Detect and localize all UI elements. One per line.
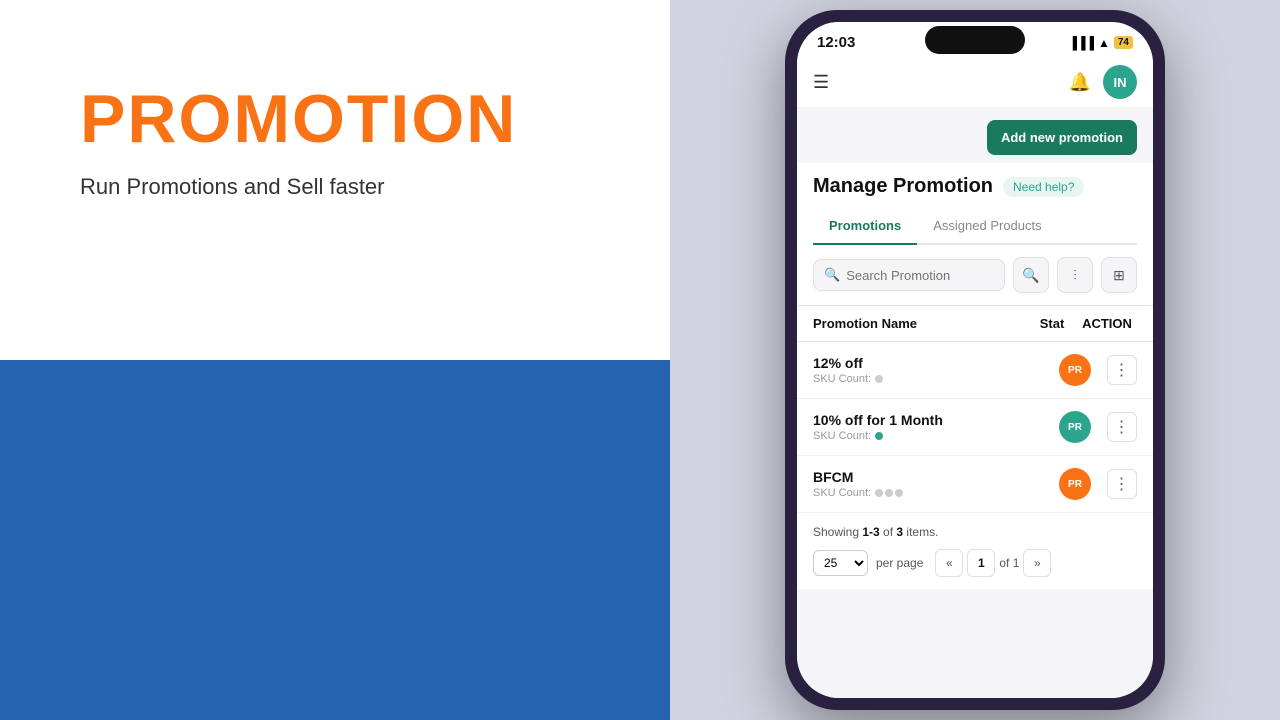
sku-dot — [875, 489, 883, 497]
signal-icon: ▐▐▐ — [1068, 36, 1094, 50]
page-of: of 1 — [999, 556, 1019, 570]
hamburger-icon[interactable]: ☰ — [813, 72, 829, 93]
col-header-status: Stat — [1027, 316, 1077, 331]
sku-label: SKU Count: — [813, 487, 1059, 499]
sku-dots — [875, 489, 903, 497]
per-page-select[interactable]: 25 50 100 — [813, 550, 868, 576]
tab-promotions[interactable]: Promotions — [813, 210, 917, 245]
row-info: 12% off SKU Count: — [813, 355, 1059, 385]
page-nav: « 1 of 1 » — [935, 549, 1051, 577]
add-promotion-button[interactable]: Add new promotion — [987, 120, 1137, 155]
phone-frame: 12:03 ▐▐▐ ▲ 74 ☰ 🔔 IN A — [785, 10, 1165, 710]
status-badge: PR — [1059, 354, 1091, 386]
avatar[interactable]: IN — [1103, 65, 1137, 99]
status-badge: PR — [1059, 411, 1091, 443]
action-menu-button[interactable]: ⋮ — [1107, 355, 1137, 385]
tabs-container: Promotions Assigned Products — [813, 210, 1137, 245]
help-badge[interactable]: Need help? — [1003, 177, 1084, 197]
page-current: 1 — [967, 549, 995, 577]
showing-text: Showing 1-3 of 3 items. — [813, 525, 1137, 539]
status-bar: 12:03 ▐▐▐ ▲ 74 — [797, 22, 1153, 57]
total-items: 3 — [896, 525, 903, 539]
table-row: BFCM SKU Count: PR ⋮ — [797, 456, 1153, 513]
left-panel: PROMOTION Run Promotions and Sell faster — [0, 0, 670, 720]
header-right: 🔔 IN — [1069, 65, 1137, 99]
notch — [925, 26, 1025, 54]
per-page-label: per page — [876, 556, 923, 570]
promotion-name: 12% off — [813, 355, 1059, 371]
page-prev-prev-button[interactable]: « — [935, 549, 963, 577]
action-menu-button[interactable]: ⋮ — [1107, 469, 1137, 499]
search-icon: 🔍 — [824, 267, 840, 283]
table-row: 10% off for 1 Month SKU Count: PR ⋮ — [797, 399, 1153, 456]
manage-title: Manage Promotion — [813, 175, 993, 198]
right-panel: 12:03 ▐▐▐ ▲ 74 ☰ 🔔 IN A — [670, 0, 1280, 720]
page-next-next-button[interactable]: » — [1023, 549, 1051, 577]
col-header-action: ACTION — [1077, 316, 1137, 331]
filter-button[interactable]: ⫶ — [1057, 257, 1093, 293]
pagination-row: 25 50 100 per page « 1 of 1 » — [813, 549, 1137, 577]
table-row: 12% off SKU Count: PR ⋮ — [797, 342, 1153, 399]
promotion-name: 10% off for 1 Month — [813, 412, 1059, 428]
row-info: 10% off for 1 Month SKU Count: — [813, 412, 1059, 442]
columns-button[interactable]: ⊞ — [1101, 257, 1137, 293]
sku-dot — [885, 489, 893, 497]
search-row: 🔍 🔍 ⫶ ⊞ — [797, 245, 1153, 305]
sku-dots — [875, 375, 883, 383]
sku-dots — [875, 432, 883, 440]
app-header: ☰ 🔔 IN — [797, 57, 1153, 108]
battery-badge: 74 — [1114, 36, 1133, 49]
search-input[interactable] — [846, 268, 994, 283]
status-badge: PR — [1059, 468, 1091, 500]
main-subtitle: Run Promotions and Sell faster — [80, 174, 610, 200]
col-header-name: Promotion Name — [813, 316, 1027, 331]
sku-label: SKU Count: — [813, 430, 1059, 442]
search-button[interactable]: 🔍 — [1013, 257, 1049, 293]
table-header: Promotion Name Stat ACTION — [797, 305, 1153, 342]
pagination-section: Showing 1-3 of 3 items. 25 50 100 per pa… — [797, 513, 1153, 589]
tab-assigned-products[interactable]: Assigned Products — [917, 210, 1057, 245]
sku-dot — [875, 432, 883, 440]
sku-dot — [895, 489, 903, 497]
search-input-wrap: 🔍 — [813, 259, 1005, 291]
content-area: Add new promotion Manage Promotion Need … — [797, 108, 1153, 698]
page-range: 1-3 — [862, 525, 879, 539]
sku-label: SKU Count: — [813, 373, 1059, 385]
phone-screen: 12:03 ▐▐▐ ▲ 74 ☰ 🔔 IN A — [797, 22, 1153, 698]
main-title: PROMOTION — [80, 80, 610, 158]
promotion-name: BFCM — [813, 469, 1059, 485]
status-icons: ▐▐▐ ▲ 74 — [1068, 36, 1133, 50]
manage-title-row: Manage Promotion Need help? — [813, 175, 1137, 198]
wifi-icon: ▲ — [1098, 36, 1110, 50]
manage-section: Manage Promotion Need help? Promotions A… — [797, 163, 1153, 245]
bell-icon[interactable]: 🔔 — [1069, 72, 1091, 93]
promotions-table: Promotion Name Stat ACTION 12% off SKU C… — [797, 305, 1153, 513]
status-time: 12:03 — [817, 34, 855, 51]
row-info: BFCM SKU Count: — [813, 469, 1059, 499]
top-bar: Add new promotion — [797, 108, 1153, 163]
sku-dot — [875, 375, 883, 383]
action-menu-button[interactable]: ⋮ — [1107, 412, 1137, 442]
